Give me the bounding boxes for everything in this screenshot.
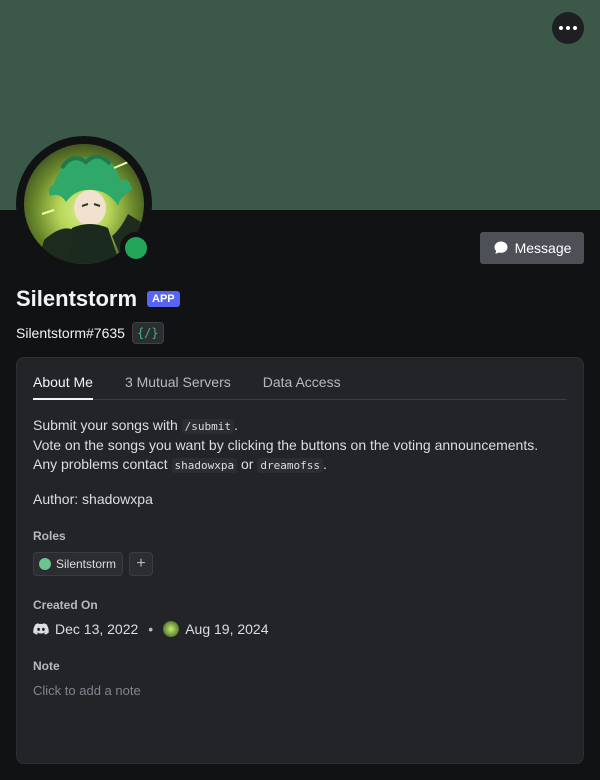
more-dot [566, 26, 570, 30]
inline-code: shadowxpa [171, 458, 238, 473]
about-me-text: Submit your songs with /submit. Vote on … [33, 416, 567, 475]
discord-join-date: Dec 13, 2022 [55, 621, 139, 637]
status-indicator [120, 232, 152, 264]
message-button[interactable]: Message [480, 232, 584, 264]
chat-bubble-icon [494, 241, 508, 254]
bio-text: . [233, 417, 238, 433]
roles-heading: Roles [33, 529, 66, 543]
server-join-date: Aug 19, 2024 [185, 621, 269, 637]
created-on-heading: Created On [33, 598, 98, 612]
avatar[interactable] [16, 136, 152, 272]
slash-commands-badge[interactable]: {/} [131, 322, 164, 344]
tab-data-access[interactable]: Data Access [263, 374, 341, 399]
bio-text: or [241, 456, 254, 472]
bio-line-2: Vote on the songs you want by clicking t… [33, 437, 539, 453]
profile-card: About Me 3 Mutual Servers Data Access Su… [16, 357, 584, 764]
bio-text: Any problems contact [33, 456, 168, 472]
role-name: Silentstorm [56, 557, 117, 571]
add-role-button[interactable]: + [129, 552, 154, 576]
note-heading: Note [33, 659, 60, 673]
discord-logo-icon [33, 623, 49, 635]
message-button-label: Message [514, 240, 572, 256]
username: Silentstorm#7635 [16, 325, 125, 341]
more-horizontal-icon [559, 26, 563, 30]
note-input[interactable]: Click to add a note [33, 683, 567, 698]
inline-code: dreamofss [257, 458, 323, 473]
more-dot [573, 26, 577, 30]
online-status-icon [125, 237, 147, 259]
inline-code: /submit [181, 419, 234, 434]
app-badge: APP [147, 291, 180, 307]
server-icon [163, 621, 180, 637]
username-row: Silentstorm#7635 {/} [16, 322, 164, 344]
bio-text: . [322, 456, 327, 472]
role-color-icon [39, 558, 51, 570]
bio-line-1: Submit your songs with /submit. [33, 416, 567, 436]
date-separator: • [148, 621, 154, 637]
bio-line-3: Any problems contact shadowxpa or dreamo… [33, 455, 567, 475]
roles-list: Silentstorm + [33, 552, 567, 576]
display-name: Silentstorm APP [16, 286, 180, 312]
tab-mutual-servers[interactable]: 3 Mutual Servers [125, 374, 231, 399]
profile-tabs: About Me 3 Mutual Servers Data Access [33, 358, 567, 400]
display-name-text: Silentstorm [16, 286, 138, 311]
role-pill[interactable]: Silentstorm [33, 552, 124, 576]
tab-about-me[interactable]: About Me [33, 374, 93, 400]
more-options-button[interactable] [552, 12, 584, 44]
bio-author: Author: shadowxpa [33, 491, 153, 507]
bio-text: Submit your songs with [33, 417, 178, 433]
created-on-row: Dec 13, 2022 • Aug 19, 2024 [33, 621, 567, 637]
